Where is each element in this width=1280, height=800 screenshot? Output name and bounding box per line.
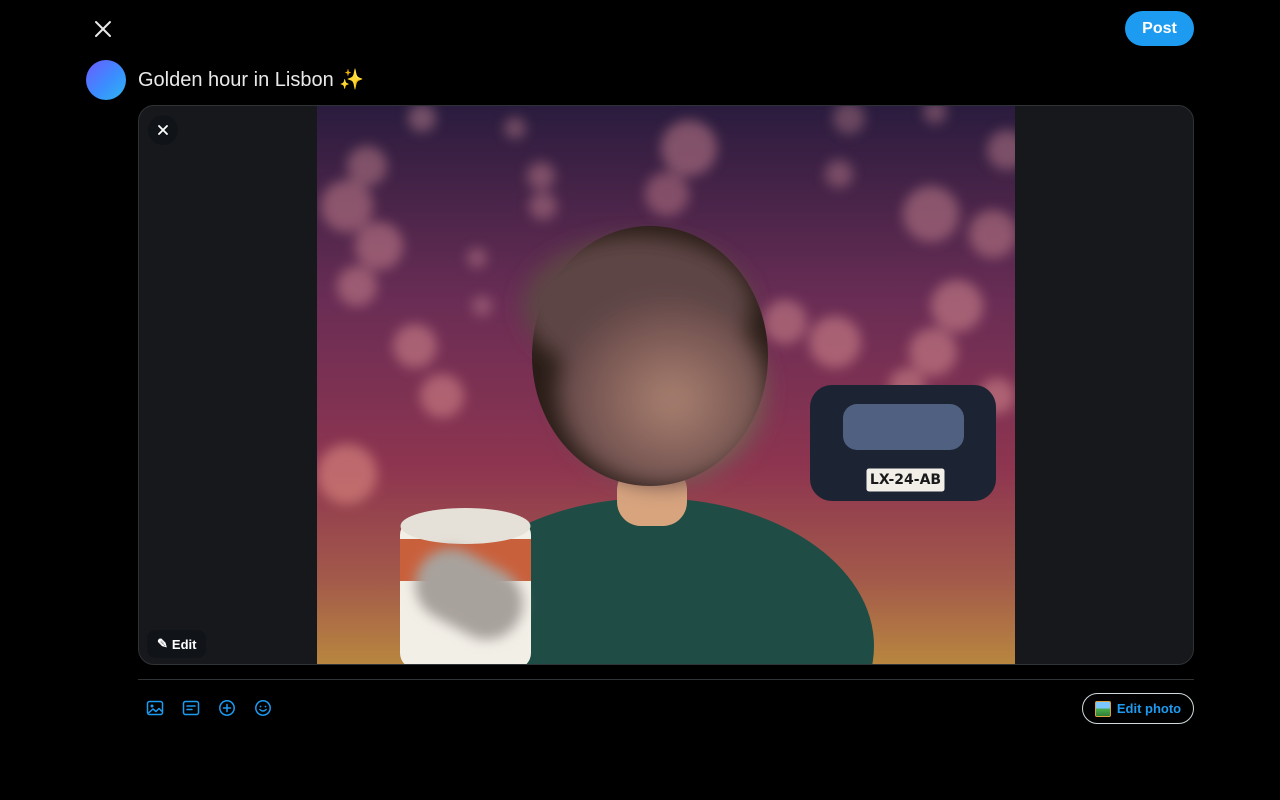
license-plate-text: LX-24-AB xyxy=(870,472,941,488)
edit-photo-label: Edit photo xyxy=(1116,701,1182,716)
post-button[interactable]: Post xyxy=(1125,11,1194,46)
edit-photo-button[interactable]: Edit photo xyxy=(1082,693,1194,724)
close-icon xyxy=(95,21,111,37)
post-text-input[interactable]: Golden hour in Lisbon ✨ xyxy=(138,67,364,93)
add-more-button[interactable] xyxy=(216,697,238,719)
close-icon xyxy=(158,125,168,135)
emoji-icon xyxy=(255,700,271,716)
add-image-button[interactable] xyxy=(144,697,166,719)
composer-divider xyxy=(138,679,1194,680)
image-icon xyxy=(146,700,164,716)
remove-media-button[interactable] xyxy=(148,115,178,145)
edit-media-button[interactable]: ✎ Edit xyxy=(147,630,207,658)
add-gif-button[interactable] xyxy=(180,697,202,719)
pencil-icon: ✎ xyxy=(157,636,168,651)
add-emoji-button[interactable] xyxy=(252,697,274,719)
media-attachment: LX-24-AB ✎ Edit xyxy=(138,105,1194,665)
avatar xyxy=(86,60,126,100)
close-button[interactable] xyxy=(85,11,121,47)
add-icon xyxy=(219,700,235,716)
framed-picture-icon xyxy=(1094,700,1111,717)
attached-photo: LX-24-AB xyxy=(317,106,1015,664)
gif-icon xyxy=(182,700,200,716)
edit-media-label: Edit xyxy=(171,636,197,652)
